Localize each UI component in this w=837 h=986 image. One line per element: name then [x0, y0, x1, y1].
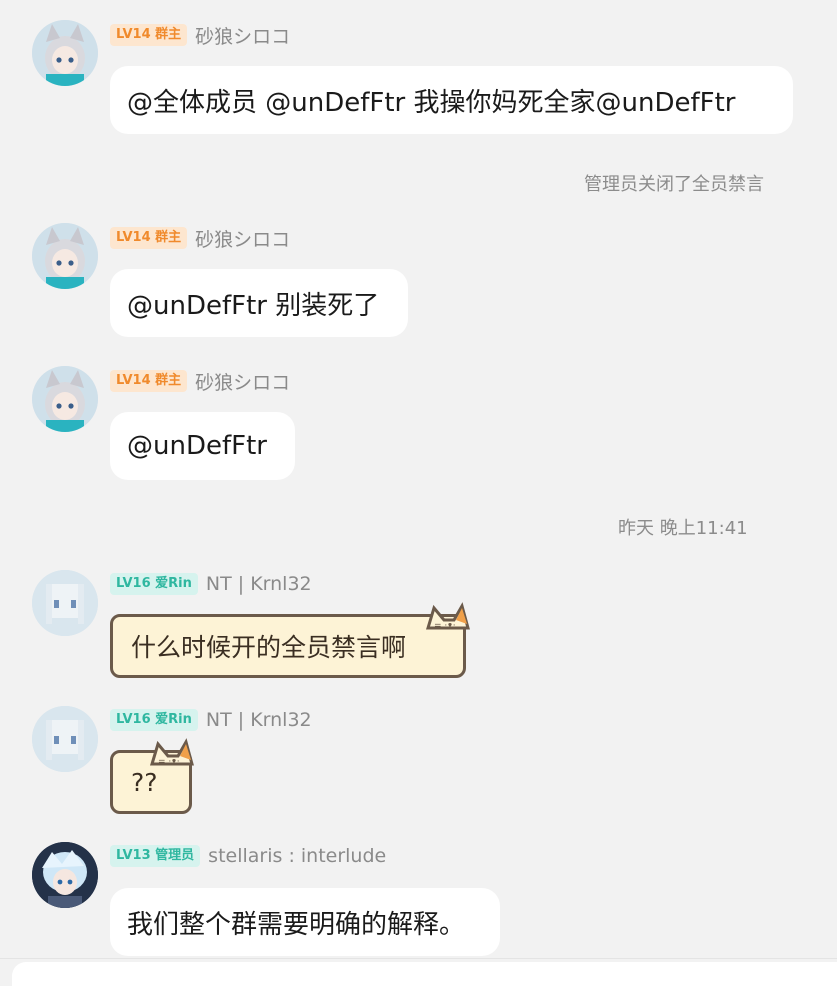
svg-text:= ·ᴥ·: = ·ᴥ·	[434, 621, 456, 631]
sender-name[interactable]: 砂狼シロコ	[195, 225, 290, 252]
chat-area[interactable]: LV14 群主 砂狼シロコ @全体成员 @unDefFtr 我操你妈死全家@un…	[0, 0, 837, 986]
message-meta: LV14 群主 砂狼シロコ	[110, 368, 290, 394]
message-bubble[interactable]: @unDefFtr	[110, 412, 295, 480]
sender-name[interactable]: NT | Krnl32	[206, 573, 312, 595]
pixel-face-avatar-icon[interactable]	[32, 570, 98, 636]
cat-ears-icon: = ·ᴥ·	[425, 602, 470, 631]
message-text: 什么时候开的全员禁言啊	[131, 633, 407, 662]
level-badge: LV13 管理员	[110, 845, 201, 867]
sender-name[interactable]: 砂狼シロコ	[195, 22, 290, 49]
system-notice: 管理员关闭了全员禁言	[584, 174, 764, 195]
pixel-face-avatar-icon[interactable]	[32, 706, 98, 772]
message-meta: LV16 爱Rin NT | Krnl32	[110, 707, 312, 733]
message-bubble[interactable]: 我们整个群需要明确的解释。	[110, 888, 500, 956]
svg-text:= ·ᴥ·: = ·ᴥ·	[158, 757, 180, 767]
divider	[0, 958, 837, 959]
anime-boy-avatar-icon[interactable]	[32, 842, 98, 908]
message-bubble[interactable]: @全体成员 @unDefFtr 我操你妈死全家@unDefFtr	[110, 66, 793, 134]
level-badge: LV16 爱Rin	[110, 573, 198, 595]
level-badge: LV16 爱Rin	[110, 709, 198, 731]
level-badge: LV14 群主	[110, 370, 188, 392]
level-badge: LV14 群主	[110, 227, 188, 249]
cat-ears-icon: = ·ᴥ·	[149, 738, 194, 767]
message-meta: LV14 群主 砂狼シロコ	[110, 225, 290, 251]
timestamp: 昨天 晚上11:41	[618, 518, 748, 539]
message-text: ??	[131, 767, 158, 797]
message-input-bar[interactable]	[12, 962, 837, 986]
sender-name[interactable]: NT | Krnl32	[206, 709, 312, 731]
message-meta: LV16 爱Rin NT | Krnl32	[110, 571, 312, 597]
owner-avatar-icon[interactable]	[32, 20, 98, 86]
message-bubble[interactable]: @unDefFtr 别装死了	[110, 269, 408, 337]
owner-avatar-icon[interactable]	[32, 223, 98, 289]
sender-name[interactable]: 砂狼シロコ	[195, 368, 290, 395]
message-meta: LV14 群主 砂狼シロコ	[110, 22, 290, 48]
sender-name[interactable]: stellaris : interlude	[208, 845, 386, 867]
message-meta: LV13 管理员 stellaris : interlude	[110, 843, 386, 869]
owner-avatar-icon[interactable]	[32, 366, 98, 432]
level-badge: LV14 群主	[110, 24, 188, 46]
